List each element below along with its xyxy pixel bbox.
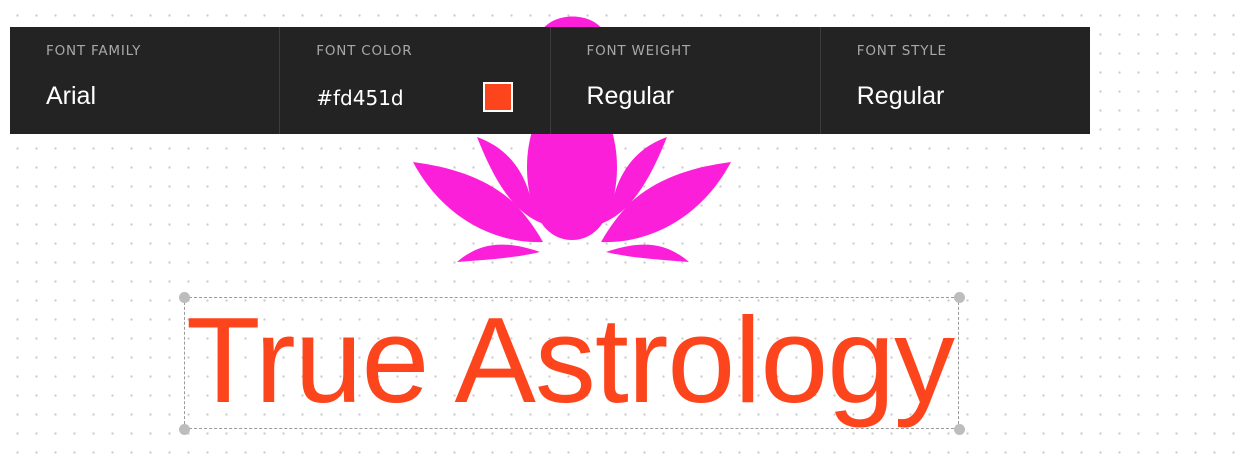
resize-handle-bottom-right[interactable] (953, 423, 965, 435)
font-color-value[interactable]: #fd451d (316, 86, 403, 110)
color-swatch[interactable] (483, 82, 514, 112)
font-family-selector[interactable]: FONT FAMILY Arial (10, 27, 281, 134)
brand-title-text[interactable]: True Astrology (186, 290, 955, 430)
font-style-value[interactable]: Regular (857, 82, 945, 111)
resize-handle-top-left[interactable] (178, 291, 190, 303)
font-family-value[interactable]: Arial (46, 82, 96, 111)
font-weight-label: FONT WEIGHT (586, 43, 692, 59)
font-color-label: FONT COLOR (316, 43, 413, 59)
font-style-selector[interactable]: FONT STYLE Regular (821, 27, 1090, 134)
selected-text-element[interactable]: True Astrology (178, 291, 965, 435)
font-style-label: FONT STYLE (856, 43, 947, 59)
resize-handle-top-right[interactable] (953, 291, 965, 303)
resize-handle-bottom-left[interactable] (178, 423, 190, 435)
font-color-selector[interactable]: FONT COLOR #fd451d (280, 27, 551, 134)
font-family-label: FONT FAMILY (46, 43, 142, 59)
font-weight-selector[interactable]: FONT WEIGHT Regular (551, 27, 821, 134)
font-weight-value[interactable]: Regular (587, 82, 675, 111)
text-toolbar: FONT FAMILY Arial FONT COLOR #fd451d FON… (10, 27, 1090, 134)
